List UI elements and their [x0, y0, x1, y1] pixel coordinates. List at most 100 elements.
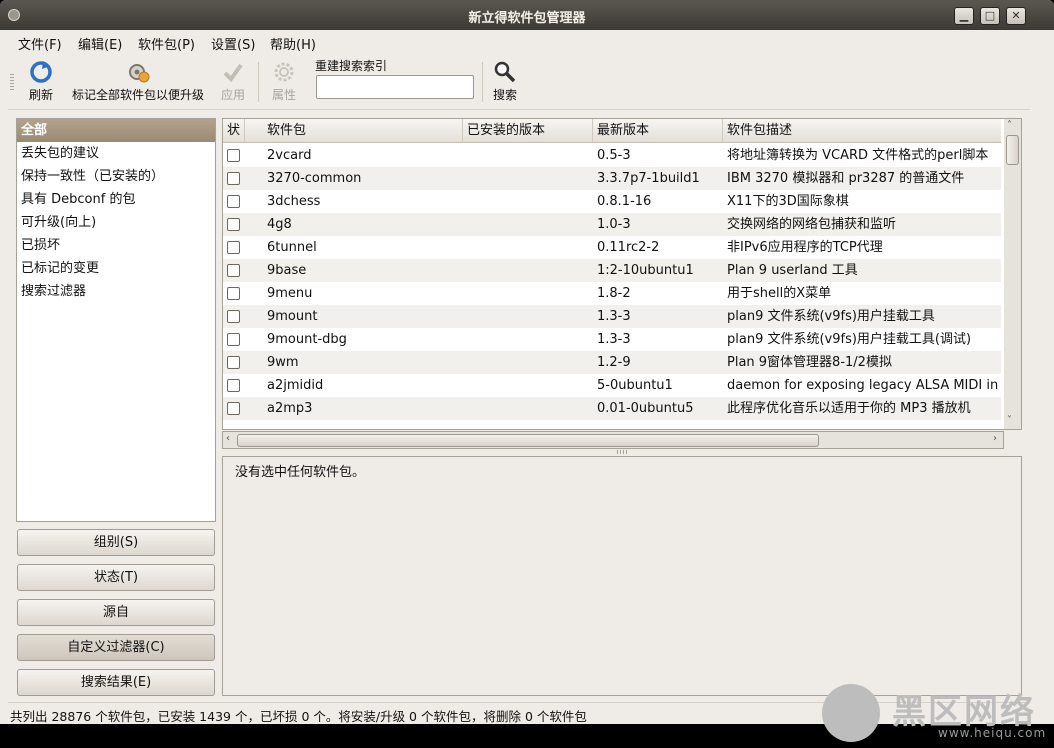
filter-item-debconf[interactable]: 具有 Debconf 的包	[17, 188, 215, 211]
latest-version-cell: 0.5-3	[597, 148, 631, 163]
table-row[interactable]: 9menu 1.8-2 用于shell的X菜单	[223, 282, 1001, 305]
installed-version-cell	[463, 167, 593, 190]
watermark-logo-icon	[822, 684, 880, 742]
scroll-down-icon[interactable]: ˅	[1007, 415, 1012, 426]
package-name-cell: a2mp3	[267, 401, 313, 416]
origin-button[interactable]: 源自	[17, 599, 215, 626]
installed-version-cell	[463, 144, 593, 167]
menu-edit[interactable]: 编辑(E)	[78, 34, 122, 53]
table-header: 状 软件包 已安装的版本 最新版本 软件包描述	[223, 119, 1001, 143]
filter-item-broken[interactable]: 已损坏	[17, 234, 215, 257]
row-status-checkbox[interactable]	[227, 218, 240, 231]
row-status-checkbox[interactable]	[227, 264, 240, 277]
package-name-cell: 9wm	[267, 355, 299, 370]
row-status-checkbox[interactable]	[227, 172, 240, 185]
table-row[interactable]: a2mp3 0.01-0ubuntu5 此程序优化音乐以适用于你的 MP3 播放机	[223, 397, 1001, 420]
table-row[interactable]: 3270-common 3.3.7p7-1build1 IBM 3270 模拟器和 …	[223, 167, 1001, 190]
rebuild-search-index-label: 重建搜索索引	[315, 59, 388, 73]
scroll-right-icon[interactable]: ›	[993, 433, 997, 444]
status-button[interactable]: 状态(T)	[17, 564, 215, 591]
no-package-selected-text: 没有选中任何软件包。	[235, 465, 366, 480]
table-row[interactable]: 2vcard 0.5-3 将地址簿转换为 VCARD 文件格式的perl脚本	[223, 144, 1001, 167]
table-row[interactable]: 4g8 1.0-3 交换网络的网络包捕获和监听	[223, 213, 1001, 236]
pane-resize-handle[interactable]	[617, 450, 629, 454]
search-label: 搜索	[492, 88, 517, 102]
vertical-scroll-thumb[interactable]	[1006, 135, 1019, 165]
package-name-cell: 2vcard	[267, 148, 312, 163]
row-status-checkbox[interactable]	[227, 241, 240, 254]
row-status-checkbox[interactable]	[227, 333, 240, 346]
quick-search-input[interactable]	[316, 75, 474, 99]
latest-version-cell: 5-0ubuntu1	[597, 378, 673, 393]
filter-item-keep-installed[interactable]: 保持一致性（已安装的）	[17, 165, 215, 188]
table-row[interactable]: 3dchess 0.8.1-16 X11下的3D国际象棋	[223, 190, 1001, 213]
column-description[interactable]: 软件包描述	[723, 119, 1001, 143]
row-status-checkbox[interactable]	[227, 287, 240, 300]
column-installed-version[interactable]: 已安装的版本	[463, 119, 593, 143]
column-latest-version[interactable]: 最新版本	[593, 119, 723, 143]
table-row[interactable]: 6tunnel 0.11rc2-2 非IPv6应用程序的TCP代理	[223, 236, 1001, 259]
table-row[interactable]: 9wm 1.2-9 Plan 9窗体管理器8-1/2模拟	[223, 351, 1001, 374]
description-cell: 此程序优化音乐以适用于你的 MP3 播放机	[727, 401, 971, 416]
menu-package[interactable]: 软件包(P)	[138, 34, 195, 53]
filter-item-search-filter[interactable]: 搜索过滤器	[17, 280, 215, 303]
latest-version-cell: 1.3-3	[597, 332, 631, 347]
menu-settings[interactable]: 设置(S)	[211, 34, 255, 53]
status-text: 共列出 28876 个软件包，已安装 1439 个，已坏损 0 个。将安装/升级…	[10, 709, 587, 724]
menu-bar: 文件(F) 编辑(E) 软件包(P) 设置(S) 帮助(H)	[8, 30, 1030, 54]
table-horizontal-scrollbar[interactable]: ‹ ›	[222, 431, 1004, 449]
mark-all-upgrades-button[interactable]: 标记全部软件包以便升级	[64, 60, 212, 103]
filter-item-upgradable[interactable]: 可升级(向上)	[17, 211, 215, 234]
installed-version-cell	[463, 351, 593, 374]
description-cell: 交换网络的网络包捕获和监听	[727, 217, 897, 232]
latest-version-cell: 3.3.7p7-1build1	[597, 171, 700, 186]
latest-version-cell: 1.0-3	[597, 217, 631, 232]
package-name-cell: 9mount	[267, 309, 318, 324]
table-row[interactable]: 9base 1:2-10ubuntu1 Plan 9 userland 工具	[223, 259, 1001, 282]
search-icon	[494, 61, 516, 83]
title-bar[interactable]: 新立得软件包管理器 ▁ □ ✕	[0, 0, 1054, 30]
table-row[interactable]: 9mount-dbg 1.3-3 plan9 文件系统(v9fs)用户挂载工具(调试…	[223, 328, 1001, 351]
row-status-checkbox[interactable]	[227, 149, 240, 162]
menu-help[interactable]: 帮助(H)	[270, 34, 316, 53]
maximize-icon: □	[984, 9, 996, 22]
column-status[interactable]: 状	[223, 119, 245, 143]
row-status-checkbox[interactable]	[227, 402, 240, 415]
maximize-button[interactable]: □	[980, 7, 1000, 25]
close-button[interactable]: ✕	[1006, 7, 1026, 25]
row-status-checkbox[interactable]	[227, 195, 240, 208]
checkmark-icon	[223, 63, 243, 83]
window-title: 新立得软件包管理器	[468, 11, 586, 26]
minimize-button[interactable]: ▁	[954, 7, 974, 25]
description-cell: daemon for exposing legacy ALSA MIDI in	[727, 378, 999, 393]
table-vertical-scrollbar[interactable]: ˄ ˅	[1004, 118, 1022, 430]
latest-version-cell: 0.01-0ubuntu5	[597, 401, 694, 416]
table-row[interactable]: 9mount 1.3-3 plan9 文件系统(v9fs)用户挂载工具	[223, 305, 1001, 328]
scroll-up-icon[interactable]: ˄	[1007, 120, 1012, 131]
search-results-button[interactable]: 搜索结果(E)	[17, 669, 215, 696]
custom-filters-button[interactable]: 自定义过滤器(C)	[17, 634, 215, 661]
sections-button[interactable]: 组别(S)	[17, 529, 215, 556]
scroll-left-icon[interactable]: ‹	[226, 433, 230, 444]
menu-file[interactable]: 文件(F)	[18, 34, 62, 53]
filter-item-all[interactable]: 全部	[17, 119, 215, 142]
horizontal-scroll-thumb[interactable]	[237, 434, 819, 447]
refresh-button[interactable]: 刷新	[26, 60, 56, 103]
properties-label: 属性	[271, 88, 296, 102]
filter-item-marked-changes[interactable]: 已标记的变更	[17, 257, 215, 280]
description-cell: 非IPv6应用程序的TCP代理	[727, 240, 883, 255]
toolbar-grip[interactable]	[10, 74, 14, 90]
installed-version-cell	[463, 397, 593, 420]
properties-button[interactable]: 属性	[268, 60, 300, 103]
table-row[interactable]: a2jmidid 5-0ubuntu1 daemon for exposing le…	[223, 374, 1001, 397]
row-status-checkbox[interactable]	[227, 379, 240, 392]
latest-version-cell: 1:2-10ubuntu1	[597, 263, 694, 278]
filter-item-missing-recommends[interactable]: 丢失包的建议	[17, 142, 215, 165]
latest-version-cell: 1.3-3	[597, 309, 631, 324]
installed-version-cell	[463, 213, 593, 236]
row-status-checkbox[interactable]	[227, 310, 240, 323]
row-status-checkbox[interactable]	[227, 356, 240, 369]
column-package[interactable]: 软件包	[263, 119, 463, 143]
apply-button[interactable]: 应用	[218, 60, 248, 103]
search-button[interactable]: 搜索	[490, 60, 520, 103]
